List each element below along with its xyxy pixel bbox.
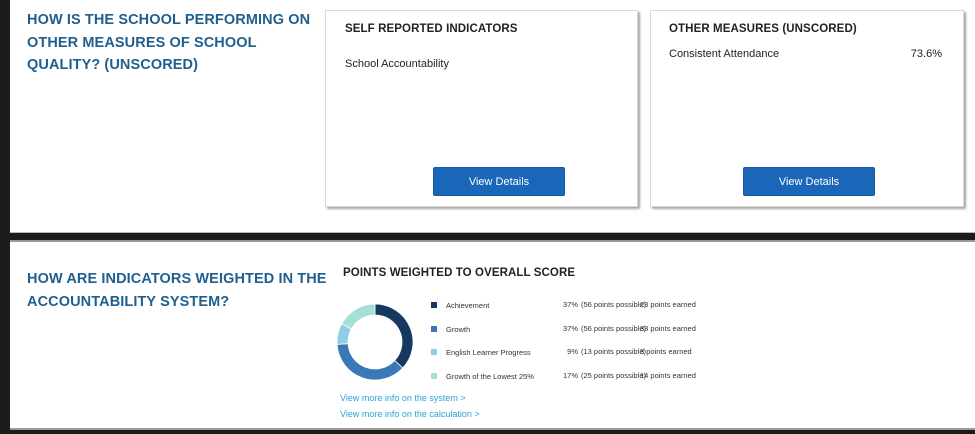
legend-item: Growth <box>431 322 470 336</box>
legend-item: English Learner Progress <box>431 345 531 359</box>
legend-detail: 17% (25 points possible)14 points earned <box>552 371 696 380</box>
legend-points-possible: (13 points possible) <box>581 347 647 356</box>
legend-detail: 9% (13 points possible)3 points earned <box>552 347 692 356</box>
legend-detail: 37% (56 points possible)23 points earned <box>552 300 696 309</box>
legend-item: Growth of the Lowest 25% <box>431 369 534 383</box>
legend-percent: 17% <box>562 371 578 380</box>
legend-points-earned: 14 points earned <box>640 371 696 380</box>
other-measures-card: OTHER MEASURES (UNSCORED) Consistent Att… <box>650 10 964 207</box>
legend-points-possible: (25 points possible) <box>581 371 647 380</box>
legend-percent: 37% <box>562 300 578 309</box>
legend-points-earned: 3 points earned <box>640 347 692 356</box>
consistent-attendance-value: 73.6% <box>910 48 942 60</box>
donut-slice-growth <box>336 343 404 381</box>
legend-percent: 37% <box>562 324 578 333</box>
legend-swatch <box>431 373 437 379</box>
donut-slice-achievement <box>374 303 414 369</box>
weighting-donut-chart <box>336 303 414 381</box>
legend-percent: 9% <box>567 347 578 356</box>
legend-label: Growth <box>446 324 471 334</box>
donut-slice-growth-of-the-lowest-25- <box>341 303 376 330</box>
other-measures-section: HOW IS THE SCHOOL PERFORMING ON OTHER ME… <box>10 0 975 233</box>
self-reported-title: SELF REPORTED INDICATORS <box>345 23 518 35</box>
view-system-info-link[interactable]: View more info on the system > <box>340 393 466 403</box>
self-reported-item: School Accountability <box>345 58 449 70</box>
other-measures-title: OTHER MEASURES (UNSCORED) <box>669 23 857 35</box>
legend-label: English Learner Progress <box>446 347 531 357</box>
other-measures-view-details-button[interactable]: View Details <box>743 167 875 196</box>
weighting-heading: HOW ARE INDICATORS WEIGHTED IN THE ACCOU… <box>27 271 327 310</box>
consistent-attendance-label: Consistent Attendance <box>669 48 780 60</box>
legend-points-earned: 33 points earned <box>640 324 696 333</box>
other-measures-heading: HOW IS THE SCHOOL PERFORMING ON OTHER ME… <box>27 12 311 73</box>
view-calculation-info-link[interactable]: View more info on the calculation > <box>340 409 480 419</box>
legend-points-earned: 23 points earned <box>640 300 696 309</box>
points-weighted-title: POINTS WEIGHTED TO OVERALL SCORE <box>343 267 576 279</box>
self-reported-view-details-button[interactable]: View Details <box>433 167 565 196</box>
legend-item: Achievement <box>431 298 489 312</box>
self-reported-card: SELF REPORTED INDICATORS School Accounta… <box>325 10 638 207</box>
legend-label: Achievement <box>446 300 490 310</box>
legend-points-possible: (56 points possible) <box>581 300 647 309</box>
legend-swatch <box>431 349 437 355</box>
legend-detail: 37% (56 points possible)33 points earned <box>552 324 696 333</box>
weighting-section: HOW ARE INDICATORS WEIGHTED IN THE ACCOU… <box>10 240 975 430</box>
legend-points-possible: (56 points possible) <box>581 324 647 333</box>
legend-swatch <box>431 302 437 308</box>
legend-label: Growth of the Lowest 25% <box>446 371 534 381</box>
legend-swatch <box>431 326 437 332</box>
